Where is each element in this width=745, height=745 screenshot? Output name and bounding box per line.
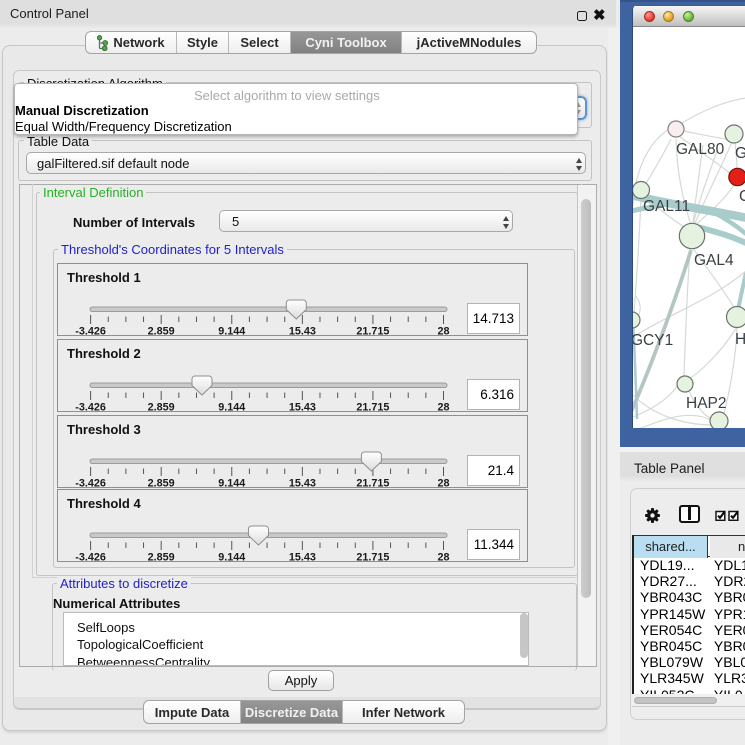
- svg-text:C: C: [739, 188, 745, 205]
- svg-text:GAL11: GAL11: [643, 198, 690, 215]
- svg-text:-3.426: -3.426: [75, 552, 106, 564]
- svg-text:21.715: 21.715: [356, 402, 389, 414]
- svg-text:H: H: [735, 331, 745, 348]
- svg-text:9.144: 9.144: [218, 552, 245, 564]
- svg-text:28: 28: [437, 402, 449, 414]
- svg-text:9.144: 9.144: [218, 478, 245, 490]
- svg-text:28: 28: [437, 326, 449, 338]
- svg-text:2.859: 2.859: [148, 478, 175, 490]
- svg-text:28: 28: [437, 478, 449, 490]
- svg-text:-3.426: -3.426: [75, 326, 106, 338]
- svg-text:HAP2: HAP2: [686, 395, 727, 412]
- svg-text:9.144: 9.144: [218, 326, 245, 338]
- svg-text:21.715: 21.715: [356, 552, 389, 564]
- svg-text:15.43: 15.43: [289, 478, 316, 490]
- svg-text:2.859: 2.859: [148, 552, 175, 564]
- svg-text:2.859: 2.859: [148, 326, 175, 338]
- svg-text:2.859: 2.859: [148, 402, 175, 414]
- svg-text:GAL80: GAL80: [676, 141, 725, 158]
- svg-text:-3.426: -3.426: [75, 478, 106, 490]
- svg-text:-3.426: -3.426: [75, 402, 106, 414]
- svg-text:GAL4: GAL4: [694, 252, 734, 269]
- svg-text:15.43: 15.43: [289, 552, 316, 564]
- svg-text:28: 28: [437, 552, 449, 564]
- svg-text:GCY1: GCY1: [633, 332, 673, 349]
- svg-text:GAL: GAL: [735, 145, 745, 162]
- svg-text:21.715: 21.715: [356, 326, 389, 338]
- svg-text:9.144: 9.144: [218, 402, 245, 414]
- svg-text:15.43: 15.43: [289, 326, 316, 338]
- svg-text:21.715: 21.715: [356, 478, 389, 490]
- svg-text:15.43: 15.43: [289, 402, 316, 414]
